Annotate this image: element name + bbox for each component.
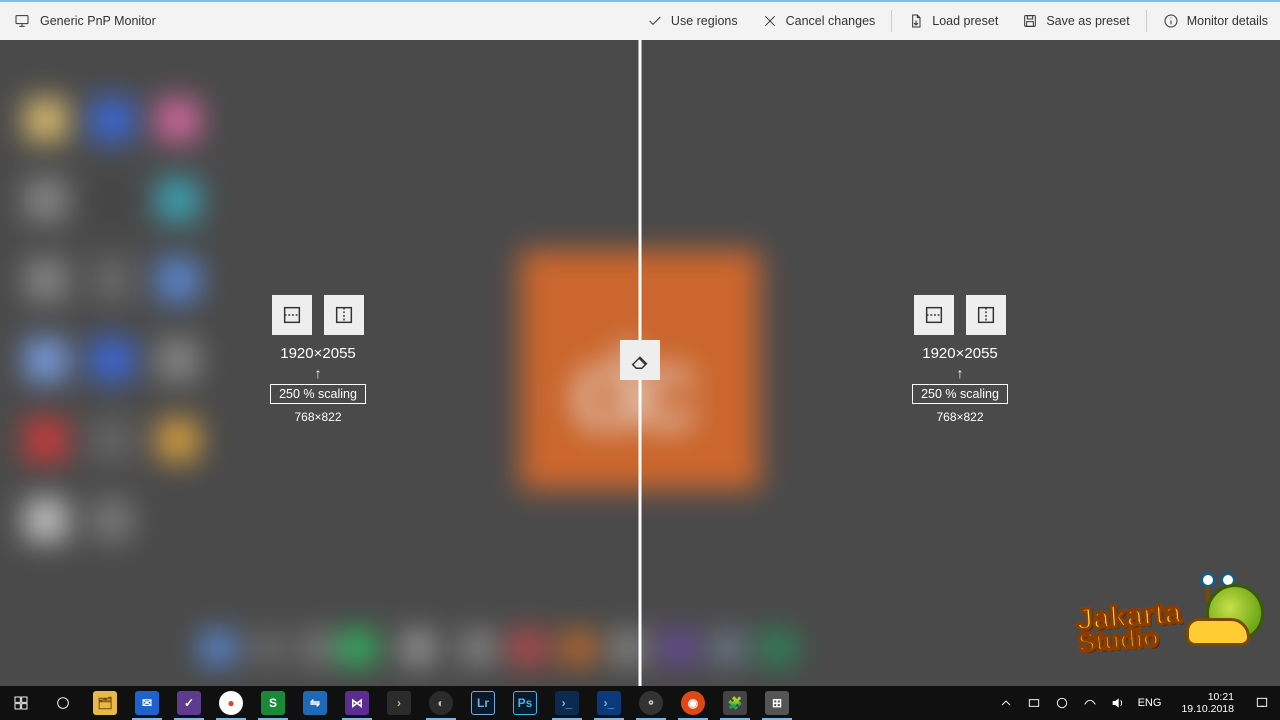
info-icon [1163, 13, 1179, 29]
split-vertical-button[interactable] [966, 295, 1006, 335]
up-arrow-icon: ↑ [957, 368, 964, 378]
split-vertical-icon [333, 304, 355, 326]
watermark-text: Jakarta Studio [1075, 602, 1183, 654]
cancel-changes-label: Cancel changes [786, 14, 876, 28]
region-resolution: 1920×2055 [280, 345, 356, 362]
taskbar-item[interactable]: ›_ [546, 686, 588, 720]
taskbar-item[interactable]: ›_ [588, 686, 630, 720]
region-scaling[interactable]: 250 % scaling [270, 384, 366, 404]
taskbar-item[interactable]: Lr [462, 686, 504, 720]
taskbar-item[interactable]: ⚬ [630, 686, 672, 720]
taskbar-item[interactable]: ⇋ [294, 686, 336, 720]
tray-icon[interactable] [1026, 695, 1042, 711]
region-panel-left: 1920×2055 ↑ 250 % scaling 768×822 [218, 295, 418, 424]
use-regions-label: Use regions [671, 14, 738, 28]
tray-date: 19.10.2018 [1181, 703, 1234, 715]
title-block: Generic PnP Monitor [0, 13, 156, 29]
separator [891, 10, 892, 32]
save-icon [1022, 13, 1038, 29]
split-vertical-button[interactable] [324, 295, 364, 335]
taskbar-item[interactable]: ⊞ [756, 686, 798, 720]
tray-clock[interactable]: 10:21 19.10.2018 [1173, 691, 1242, 715]
region-scaled-resolution: 768×822 [294, 410, 341, 424]
windows-icon [13, 695, 29, 711]
load-preset-button[interactable]: Load preset [896, 2, 1010, 40]
region-panel-right: 1920×2055 ↑ 250 % scaling 768×822 [860, 295, 1060, 424]
tray-language[interactable]: ENG [1138, 697, 1162, 709]
snail-mascot-icon [1186, 572, 1270, 650]
save-as-preset-button[interactable]: Save as preset [1010, 2, 1141, 40]
taskbar-item[interactable]: ✉ [126, 686, 168, 720]
volume-icon[interactable] [1110, 695, 1126, 711]
split-horizontal-icon [281, 304, 303, 326]
load-preset-label: Load preset [932, 14, 998, 28]
region-resolution: 1920×2055 [922, 345, 998, 362]
region-scaled-resolution: 768×822 [936, 410, 983, 424]
taskbar-item[interactable]: ◉ [672, 686, 714, 720]
chevron-up-icon[interactable] [998, 695, 1014, 711]
tray-icon[interactable] [1082, 695, 1098, 711]
monitor-details-button[interactable]: Monitor details [1151, 2, 1280, 40]
monitor-icon [14, 13, 30, 29]
taskbar-item[interactable]: 🧩 [714, 686, 756, 720]
cortana-button[interactable] [42, 686, 84, 720]
file-load-icon [908, 13, 924, 29]
circle-icon [55, 695, 71, 711]
save-as-preset-label: Save as preset [1046, 14, 1129, 28]
cancel-changes-button[interactable]: Cancel changes [750, 2, 888, 40]
region-scaling[interactable]: 250 % scaling [912, 384, 1008, 404]
split-horizontal-button[interactable] [914, 295, 954, 335]
use-regions-button[interactable]: Use regions [635, 2, 750, 40]
windows-taskbar: 🗂 ✉ ✓ ● S ⇋ ⋈ › ◐ Lr Ps ›_ ›_ ⚬ ◉ 🧩 ⊞ EN… [0, 686, 1280, 720]
split-horizontal-button[interactable] [272, 295, 312, 335]
close-icon [762, 13, 778, 29]
taskbar-item[interactable]: › [378, 686, 420, 720]
system-tray[interactable]: ENG 10:21 19.10.2018 [988, 686, 1280, 720]
taskbar-item[interactable]: Ps [504, 686, 546, 720]
eraser-handle[interactable] [620, 340, 660, 380]
split-horizontal-icon [923, 304, 945, 326]
taskbar-item[interactable]: ✓ [168, 686, 210, 720]
taskbar-item[interactable]: ◐ [420, 686, 462, 720]
tray-icon[interactable] [1054, 695, 1070, 711]
notifications-icon[interactable] [1254, 695, 1270, 711]
taskbar-item[interactable]: ⋈ [336, 686, 378, 720]
watermark-logo: Jakarta Studio [1077, 572, 1270, 650]
taskbar-item[interactable]: ● [210, 686, 252, 720]
app-title: Generic PnP Monitor [40, 14, 156, 28]
app-header: Generic PnP Monitor Use regions Cancel c… [0, 0, 1280, 40]
split-vertical-icon [975, 304, 997, 326]
tray-time: 10:21 [1181, 691, 1234, 703]
region-editor-canvas[interactable]: dc [0, 40, 1280, 686]
separator [1146, 10, 1147, 32]
taskbar-item[interactable]: S [252, 686, 294, 720]
check-icon [647, 13, 663, 29]
monitor-details-label: Monitor details [1187, 14, 1268, 28]
eraser-icon [629, 349, 651, 371]
taskbar-item[interactable]: 🗂 [84, 686, 126, 720]
start-button[interactable] [0, 686, 42, 720]
up-arrow-icon: ↑ [315, 368, 322, 378]
